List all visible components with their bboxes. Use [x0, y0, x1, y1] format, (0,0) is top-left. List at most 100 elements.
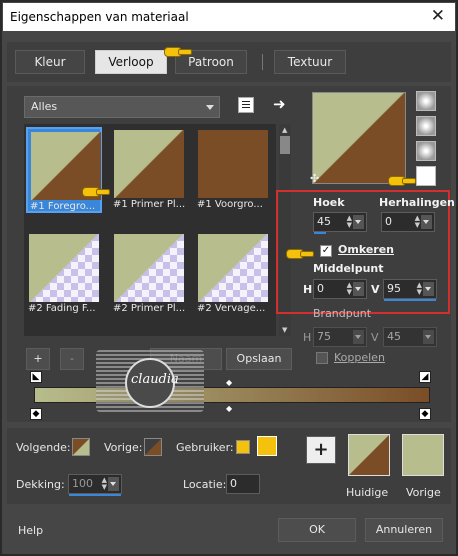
scroll-up-icon[interactable]: ▲ — [282, 126, 287, 134]
pointer-hand-icon — [286, 246, 314, 260]
style-radial-button[interactable] — [416, 141, 436, 161]
scroll-thumb[interactable] — [280, 136, 290, 154]
center-marker-icon[interactable]: ✣ — [310, 172, 319, 185]
middelpunt-h-input[interactable]: 0 ▲ ▼ — [313, 279, 367, 299]
brandpunt-h-input[interactable]: 75 — [313, 327, 367, 347]
vorige-preview-swatch[interactable] — [402, 434, 444, 476]
hoek-label: Hoek — [313, 196, 345, 209]
tab-divider — [262, 54, 263, 70]
ok-button[interactable]: OK — [278, 518, 356, 542]
cancel-button[interactable]: Annuleren — [365, 518, 443, 542]
koppelen-label[interactable]: Koppelen — [334, 351, 385, 364]
help-button[interactable]: Help — [18, 524, 43, 537]
stop-right-bottom-icon[interactable]: ◆ — [419, 408, 431, 420]
bh-value: 75 — [317, 330, 331, 343]
vorige-swatch[interactable] — [144, 438, 162, 456]
style-linear-button[interactable] — [416, 91, 436, 111]
chevron-down-icon[interactable] — [423, 282, 434, 296]
style-sunburst-button[interactable] — [416, 166, 436, 186]
hoek-value: 45 — [317, 215, 331, 228]
midpoint-top-icon[interactable]: ◆ — [226, 378, 232, 387]
dekking-value: 100 — [72, 477, 93, 490]
gallery-item-label: #1 Foregro... — [30, 201, 96, 212]
gallery-item-label: #2 Fading F... — [28, 303, 96, 314]
chevron-down-icon[interactable] — [353, 282, 364, 296]
dekking-label: Dekking: — [16, 478, 65, 491]
h-value: 0 — [317, 282, 324, 295]
list-view-icon[interactable] — [238, 97, 254, 113]
gallery-item-label: #2 Primer Pl... — [113, 303, 186, 314]
chevron-down-icon[interactable] — [353, 330, 364, 344]
stop-left-top-icon[interactable]: ◣ — [30, 371, 42, 383]
dekking-input[interactable]: 100 ▲ ▼ — [68, 474, 122, 496]
omkeren-checkbox[interactable]: ✓ — [320, 245, 332, 257]
huidige-swatch[interactable] — [348, 434, 390, 476]
herhalingen-value: 0 — [385, 215, 392, 228]
spinner-icon[interactable]: ▲ ▼ — [347, 282, 352, 296]
gradient-preview — [312, 92, 406, 184]
chevron-down-icon[interactable] — [423, 330, 434, 344]
spinner-icon[interactable]: ▲ ▼ — [102, 477, 107, 491]
gallery-item[interactable]: #1 Foregro... — [26, 127, 102, 213]
title-bar: Eigenschappen van materiaal ✕ — [3, 3, 455, 31]
midpoint-bottom-icon[interactable]: ◆ — [226, 404, 232, 413]
v-label: V — [371, 283, 380, 296]
tab-verloop[interactable]: Verloop — [95, 50, 167, 74]
chevron-down-icon[interactable] — [421, 215, 432, 229]
gallery-item-label: #2 Vervage... — [197, 303, 266, 314]
dekking-slider-fill — [69, 494, 121, 496]
spinner-icon[interactable]: ▲ ▼ — [415, 215, 420, 229]
stop-right-top-icon[interactable]: ◢ — [419, 371, 431, 383]
style-rectangular-button[interactable] — [416, 116, 436, 136]
gallery-item[interactable]: #2 Primer Pl... — [111, 231, 187, 317]
chevron-down-icon[interactable] — [353, 215, 364, 229]
tab-textuur[interactable]: Textuur — [274, 50, 346, 74]
chevron-down-icon[interactable] — [108, 477, 119, 491]
locatie-input[interactable]: 0 — [226, 474, 260, 494]
hoek-slider-fill — [314, 232, 326, 234]
gallery-item[interactable]: #2 Fading F... — [26, 231, 102, 317]
gallery-item[interactable]: #2 Vervage... — [195, 231, 271, 317]
scroll-down-icon[interactable]: ▼ — [282, 326, 287, 334]
herhalingen-input[interactable]: 0 ▲ ▼ — [381, 212, 435, 232]
watermark-text: claudia — [131, 372, 179, 387]
bv-label: V — [371, 331, 379, 344]
omkeren-label[interactable]: Omkeren — [338, 243, 394, 256]
gallery-item[interactable]: #1 Voorgro... — [195, 127, 271, 213]
category-value: Alles — [31, 100, 58, 113]
close-icon[interactable]: ✕ — [431, 6, 445, 26]
gebruiker-label: Gebruiker: — [176, 441, 234, 454]
vorige-label: Vorige: — [104, 441, 143, 454]
volgende-swatch[interactable] — [72, 438, 90, 456]
gebruiker-swatch[interactable] — [236, 440, 250, 454]
volgende-label: Volgende: — [16, 441, 71, 454]
window-title: Eigenschappen van materiaal — [10, 10, 189, 24]
add-stop-button[interactable]: + — [26, 348, 50, 370]
save-button[interactable]: Opslaan — [226, 348, 292, 370]
pointer-hand-icon — [82, 184, 110, 198]
gallery-item-label: #1 Voorgro... — [197, 199, 263, 210]
vorige-preview-label: Vorige — [406, 486, 441, 499]
gebruiker-color-button[interactable] — [257, 436, 277, 456]
remove-stop-button[interactable]: - — [60, 348, 84, 370]
arrow-right-icon[interactable]: ➜ — [273, 95, 286, 113]
koppelen-checkbox[interactable] — [316, 352, 328, 364]
middelpunt-v-input[interactable]: 95 ▲ ▼ — [383, 279, 437, 301]
brandpunt-label: Brandpunt — [313, 307, 372, 320]
gallery-item-label: #1 Primer Pl... — [113, 199, 186, 210]
gallery-item[interactable]: #1 Primer Pl... — [111, 127, 187, 213]
category-dropdown[interactable]: Alles — [24, 96, 220, 118]
swap-plus-button[interactable]: + — [306, 436, 336, 464]
gradient-swatch — [198, 234, 268, 302]
tab-kleur[interactable]: Kleur — [15, 50, 85, 74]
stop-left-bottom-icon[interactable]: ◆ — [30, 408, 42, 420]
spinner-icon[interactable]: ▲ ▼ — [417, 282, 422, 296]
gradient-swatch — [29, 234, 99, 302]
gradient-bar[interactable] — [34, 387, 430, 403]
spinner-icon[interactable]: ▲ ▼ — [347, 215, 352, 229]
hoek-input[interactable]: 45 ▲ ▼ — [313, 212, 367, 234]
brandpunt-v-input[interactable]: 45 — [383, 327, 437, 347]
bh-label: H — [303, 331, 312, 344]
huidige-label: Huidige — [346, 486, 389, 499]
locatie-value: 0 — [230, 477, 237, 490]
